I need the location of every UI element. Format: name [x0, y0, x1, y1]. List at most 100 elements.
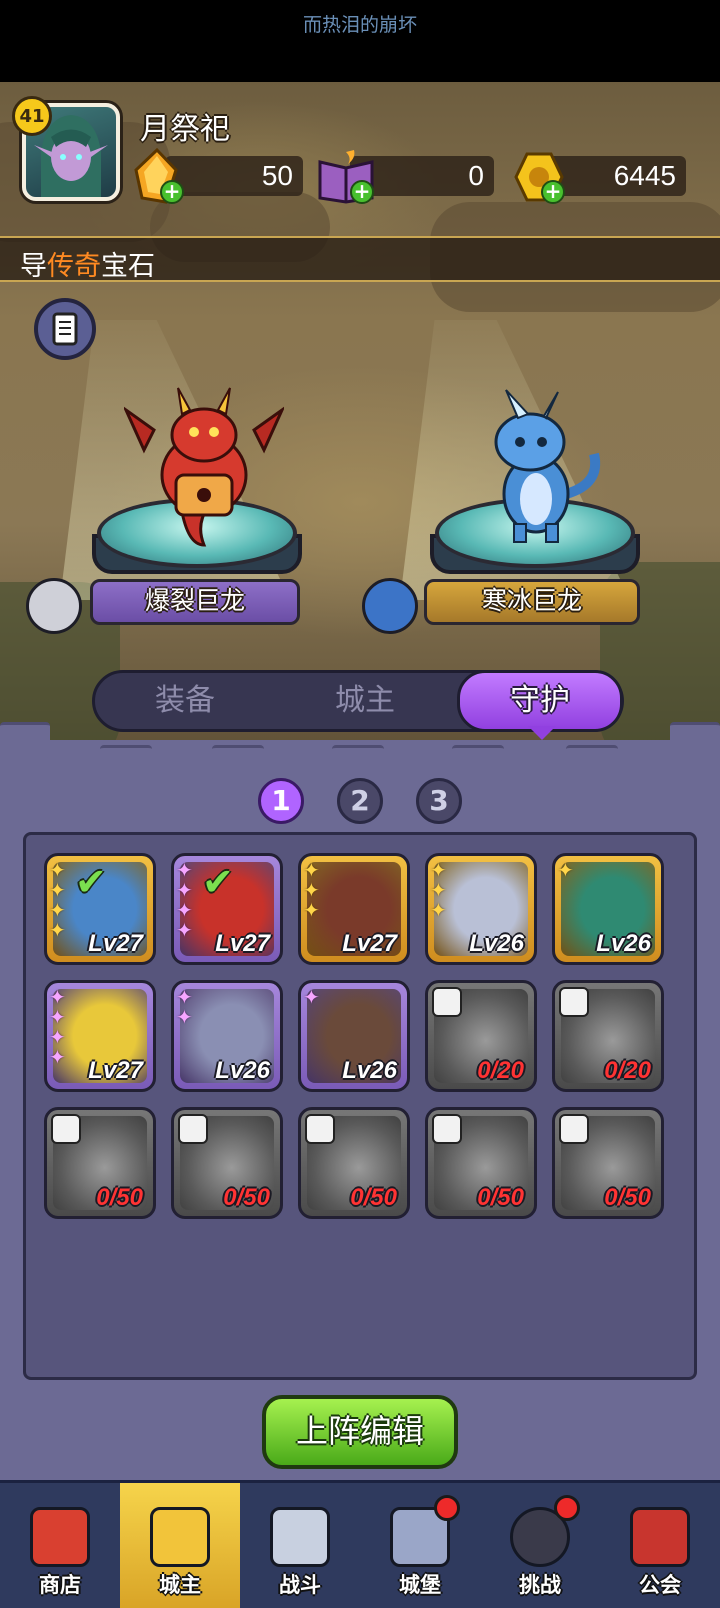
star-icon: ✦	[176, 898, 193, 922]
puzzle-piece-icon	[305, 1114, 335, 1144]
guardian-card[interactable]: 0/50	[171, 1107, 283, 1219]
ticker-text: 而热泪的崩坏	[302, 14, 417, 36]
add-book-button[interactable]: +	[350, 180, 374, 204]
battlement	[212, 745, 264, 781]
scroll-log-button[interactable]	[34, 298, 96, 360]
add-gold-button[interactable]: +	[541, 180, 565, 204]
page-button-2[interactable]: 2	[337, 778, 383, 824]
shard-progress: 0/50	[350, 1184, 397, 1211]
dragon-name-left: 爆裂巨龙	[90, 579, 300, 625]
nav-crown[interactable]: 城主	[120, 1483, 240, 1608]
star-icon: ✦	[176, 918, 193, 942]
star-rating: ✦ ✦	[176, 987, 198, 1027]
star-icon: ✦	[430, 898, 447, 922]
crown-icon	[150, 1507, 210, 1567]
page-button-3[interactable]: 3	[416, 778, 462, 824]
star-icon: ✦	[176, 985, 193, 1009]
guardian-card[interactable]: ✦ ✦ ✦ ✦ Lv27	[44, 980, 156, 1092]
guardian-card[interactable]: 0/50	[552, 1107, 664, 1219]
star-rating: ✦ ✦ ✦ ✦	[49, 860, 71, 940]
tab-pointer	[528, 726, 556, 740]
star-rating: ✦ ✦ ✦ ✦	[176, 860, 198, 940]
nav-crossed-swords[interactable]: 战斗	[240, 1483, 360, 1608]
guardian-card[interactable]: 0/50	[44, 1107, 156, 1219]
nav-label: 挑战	[519, 1573, 561, 1597]
shop-icon	[30, 1507, 90, 1567]
battlement	[100, 745, 152, 781]
add-crystal-button[interactable]: +	[160, 180, 184, 204]
banner-highlight: 传奇	[47, 251, 101, 282]
puzzle-piece-icon	[559, 1114, 589, 1144]
star-icon: ✦	[557, 858, 574, 882]
banner-suffix: 宝石	[101, 251, 155, 282]
guardian-card[interactable]: 0/50	[298, 1107, 410, 1219]
star-rating: ✦	[557, 860, 579, 880]
deployed-check-icon: ✔	[202, 860, 234, 904]
page-button-1[interactable]: 1	[258, 778, 304, 824]
puzzle-piece-icon	[432, 987, 462, 1017]
guardian-card[interactable]: ✦ ✦ ✦ Lv26	[425, 853, 537, 965]
star-icon: ✦	[49, 1025, 66, 1049]
star-icon: ✦	[49, 898, 66, 922]
battlement	[566, 745, 618, 781]
battlement	[670, 722, 720, 758]
nav-shop[interactable]: 商店	[0, 1483, 120, 1608]
banner-text: 导传奇宝石	[20, 244, 155, 283]
guardian-card[interactable]: ✦ ✦ Lv26	[171, 980, 283, 1092]
guardian-level: Lv26	[596, 930, 651, 957]
star-icon: ✦	[430, 878, 447, 902]
tab-equipment[interactable]: 装备	[105, 673, 265, 729]
guardian-card[interactable]: ✦ ✦ ✦ ✦ ✔ Lv27	[171, 853, 283, 965]
star-icon: ✦	[303, 898, 320, 922]
resource-gold: 6445	[548, 156, 686, 196]
battlement	[0, 722, 50, 758]
tab-guardian[interactable]: 守护	[457, 670, 623, 732]
guild-banner-icon	[630, 1507, 690, 1567]
guardian-level: Lv27	[215, 930, 270, 957]
star-icon: ✦	[176, 1005, 193, 1029]
guardian-level: Lv26	[469, 930, 524, 957]
star-icon: ✦	[49, 1005, 66, 1029]
frost-dragon-icon[interactable]	[466, 384, 606, 544]
guardian-card[interactable]: ✦ Lv26	[552, 853, 664, 965]
shard-progress: 0/20	[604, 1057, 651, 1084]
nav-castle[interactable]: 城堡	[360, 1483, 480, 1608]
guardian-card[interactable]: ✦ ✦ ✦ ✦ ✔ Lv27	[44, 853, 156, 965]
nav-label: 城堡	[399, 1573, 441, 1597]
dragon-name-right: 寒冰巨龙	[424, 579, 640, 625]
deployed-check-icon: ✔	[75, 860, 107, 904]
player-level-badge: 41	[12, 96, 52, 136]
guardian-card[interactable]: 0/20	[425, 980, 537, 1092]
tab-lord[interactable]: 城主	[285, 673, 445, 729]
star-icon: ✦	[176, 858, 193, 882]
crystal-count: 50	[261, 160, 293, 191]
explosive-dragon-icon[interactable]	[124, 380, 284, 550]
shard-progress: 0/50	[96, 1184, 143, 1211]
guardian-card[interactable]: ✦ Lv26	[298, 980, 410, 1092]
guardian-grid: ✦ ✦ ✦ ✦ ✔ Lv27 ✦ ✦ ✦ ✦ ✔ Lv27 ✦ ✦ ✦ Lv27 ✦ ✦ ✦ Lv26 ✦ Lv26 ✦ ✦ ✦…	[23, 832, 697, 1380]
bottom-nav: 商店 城主 战斗 城堡 挑战 公会	[0, 1480, 720, 1608]
gold-count: 6445	[613, 160, 676, 191]
nav-bomb[interactable]: 挑战	[480, 1483, 600, 1608]
guardian-card[interactable]: ✦ ✦ ✦ Lv27	[298, 853, 410, 965]
shard-progress: 0/50	[604, 1184, 651, 1211]
star-rating: ✦	[303, 987, 325, 1007]
star-icon: ✦	[176, 878, 193, 902]
puzzle-piece-icon	[178, 1114, 208, 1144]
guardian-card[interactable]: 0/20	[552, 980, 664, 1092]
news-banner[interactable]: 导传奇宝石	[0, 236, 720, 282]
guardian-card[interactable]: 0/50	[425, 1107, 537, 1219]
guardian-level: Lv26	[215, 1057, 270, 1084]
star-icon: ✦	[49, 1045, 66, 1069]
puzzle-piece-icon	[559, 987, 589, 1017]
star-icon: ✦	[303, 985, 320, 1009]
puzzle-piece-icon	[432, 1114, 462, 1144]
deploy-edit-button[interactable]: 上阵编辑	[262, 1395, 458, 1469]
nav-label: 战斗	[279, 1573, 321, 1597]
nav-guild-banner[interactable]: 公会	[600, 1483, 720, 1608]
crossed-swords-icon	[270, 1507, 330, 1567]
player-name: 月祭祀	[140, 112, 230, 147]
shard-progress: 0/20	[477, 1057, 524, 1084]
nav-label: 城主	[159, 1573, 201, 1597]
puzzle-piece-icon	[51, 1114, 81, 1144]
